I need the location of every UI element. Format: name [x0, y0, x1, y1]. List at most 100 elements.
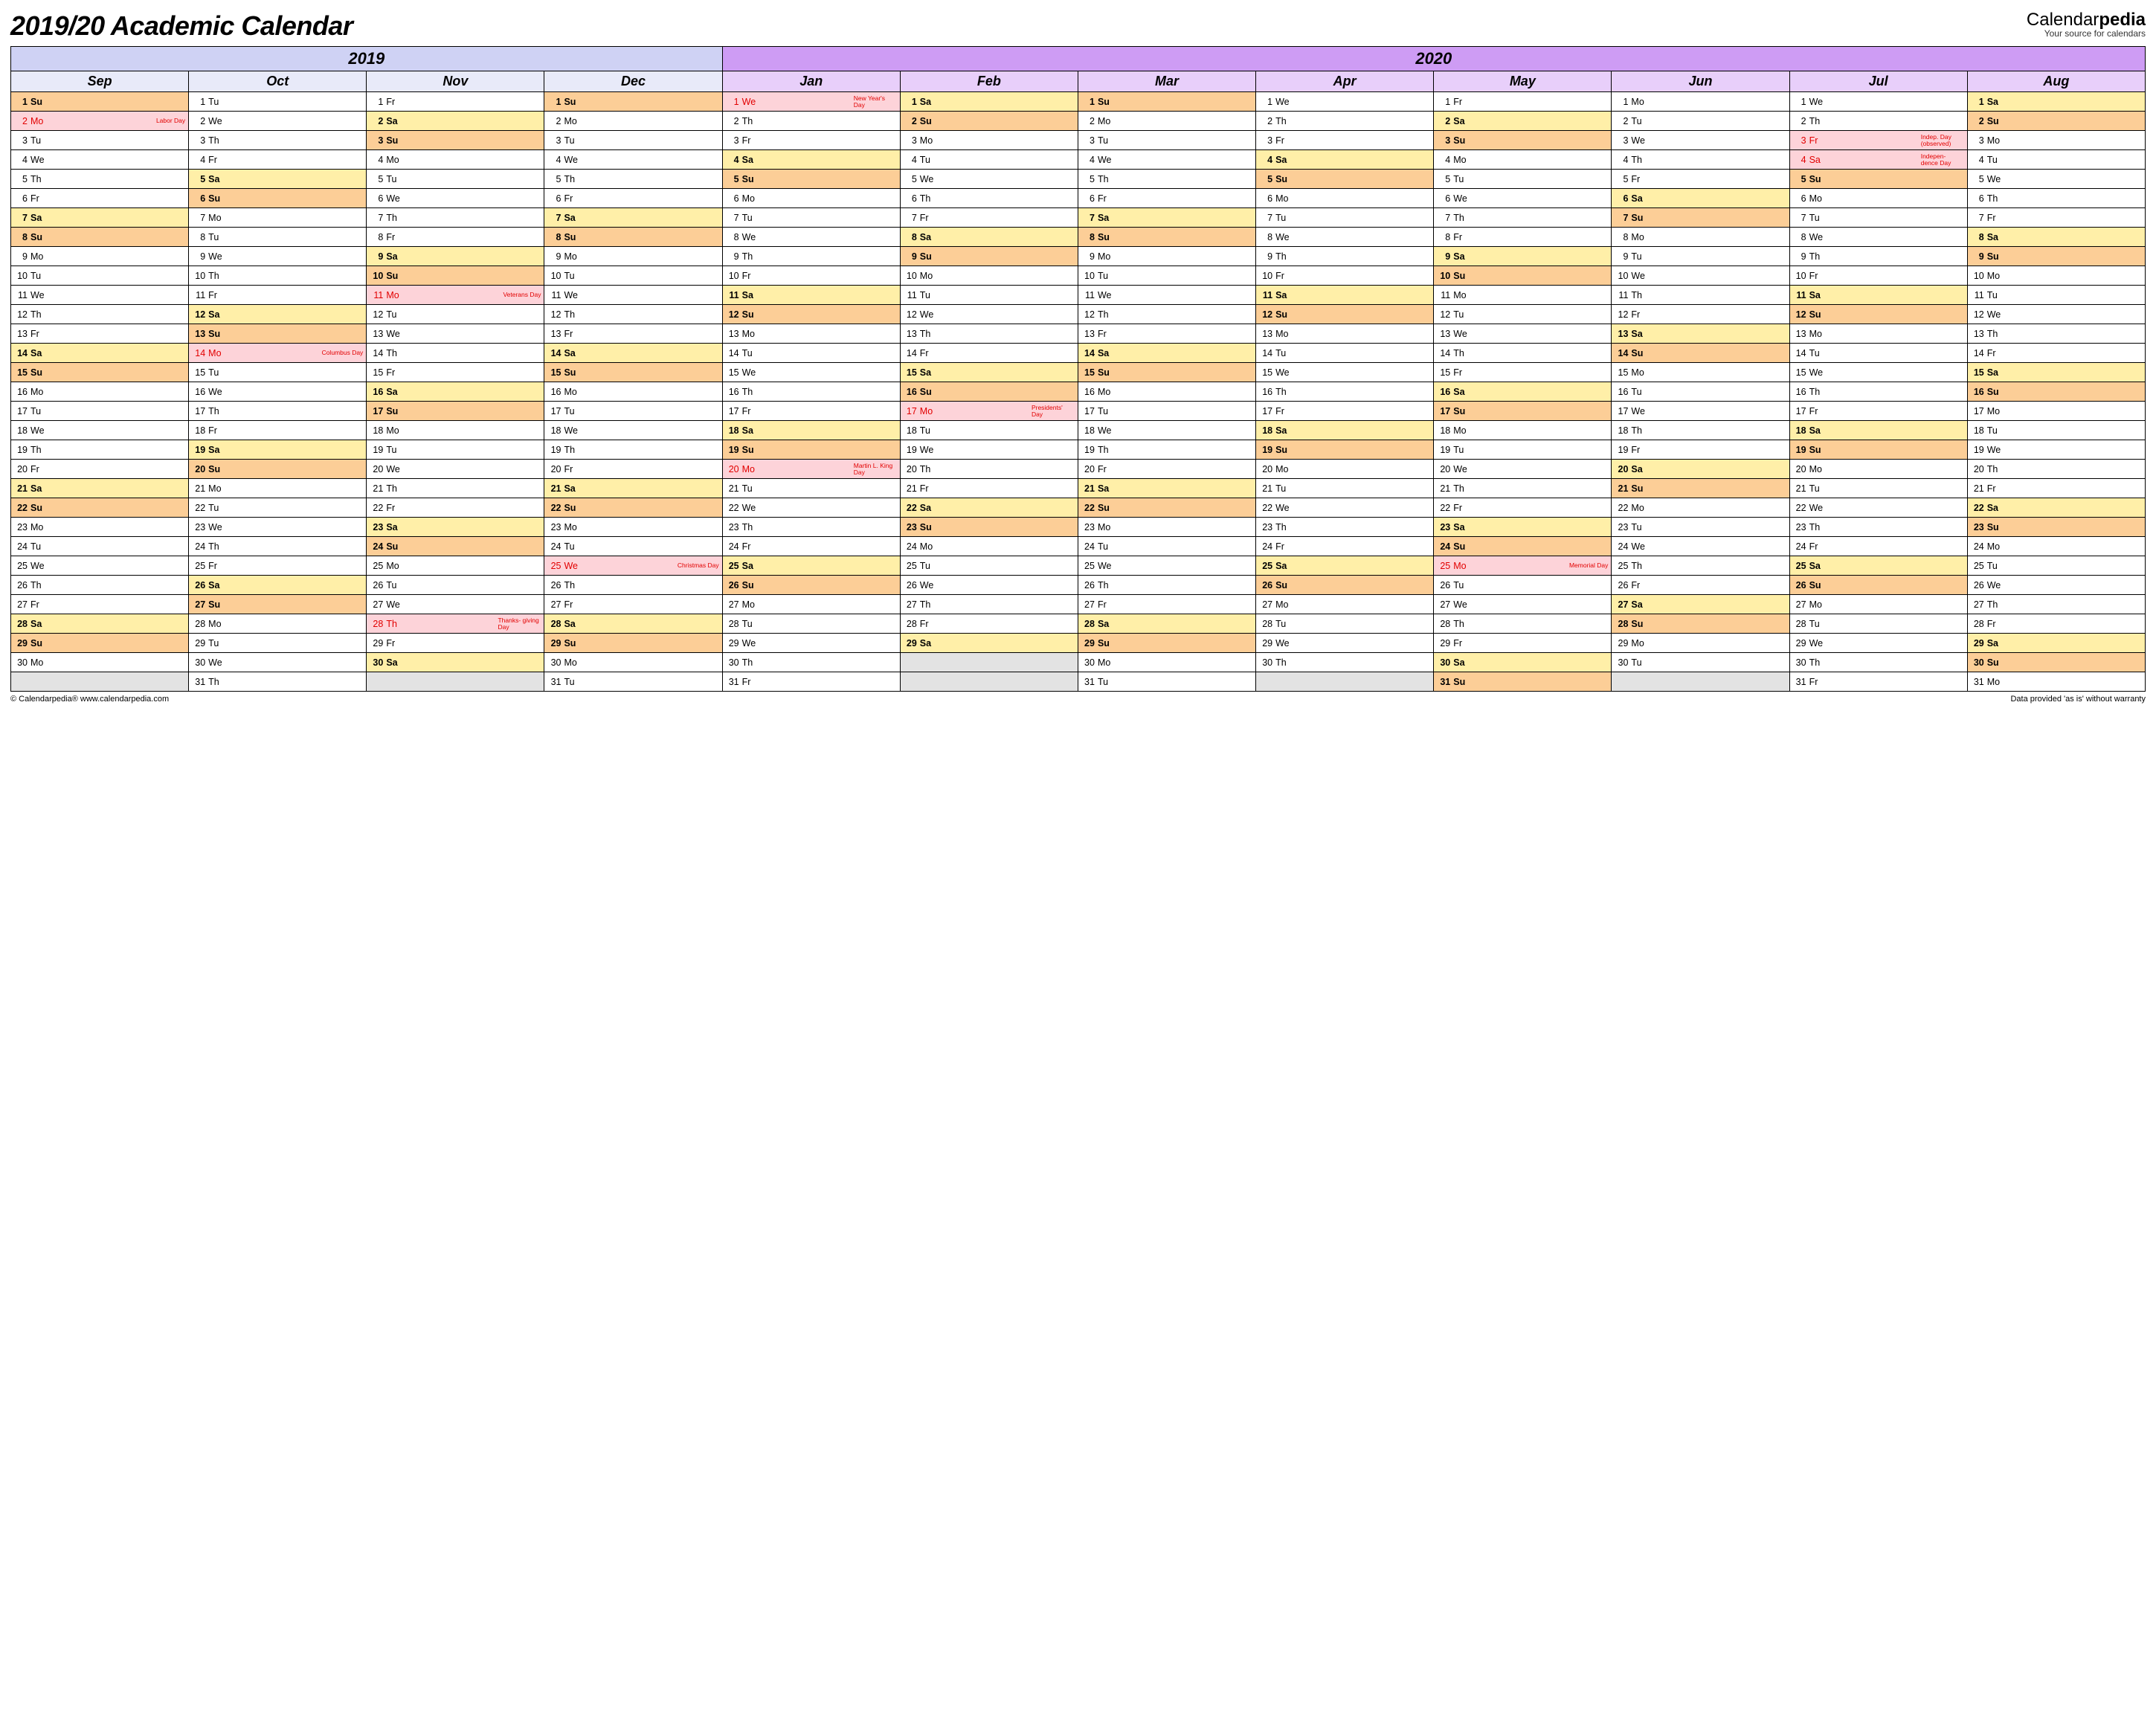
day-weekday: We: [208, 657, 222, 668]
day-cell: 4Tu: [900, 150, 1078, 170]
day-number: 20: [370, 464, 383, 474]
day-cell: 26Th: [11, 576, 189, 595]
day-number: 5: [1081, 174, 1095, 184]
day-number: 6: [1259, 193, 1272, 204]
day-weekday: Mo: [208, 348, 221, 358]
day-cell: 11MoVeterans Day: [367, 286, 544, 305]
day-cell: 24Su: [1434, 537, 1612, 556]
day-cell: 6We: [1434, 189, 1612, 208]
day-cell: 20Fr: [544, 460, 722, 479]
day-number: 3: [14, 135, 28, 146]
day-weekday: Su: [30, 232, 42, 242]
day-cell: 7Sa: [1078, 208, 1255, 228]
day-cell: 17Tu: [1078, 402, 1255, 421]
day-number: 13: [1259, 329, 1272, 339]
day-number: 6: [1081, 193, 1095, 204]
day-cell: 8We: [722, 228, 900, 247]
day-weekday: Tu: [1809, 619, 1820, 629]
day-weekday: Th: [386, 619, 397, 629]
day-cell: 20We: [1434, 460, 1612, 479]
day-cell: 17Th: [189, 402, 367, 421]
day-number: 8: [192, 232, 205, 242]
day-number: 9: [1437, 251, 1450, 262]
day-number: 11: [726, 290, 739, 300]
day-number: 4: [726, 155, 739, 165]
day-weekday: Mo: [564, 251, 576, 262]
day-number: 9: [370, 251, 383, 262]
day-weekday: Sa: [386, 116, 397, 126]
day-number: 20: [726, 464, 739, 474]
day-number: 7: [1615, 213, 1628, 223]
day-number: 15: [1793, 367, 1806, 378]
day-cell: 15Tu: [189, 363, 367, 382]
day-weekday: Th: [920, 599, 931, 610]
day-weekday: Tu: [1631, 116, 1641, 126]
day-cell: 18We: [11, 421, 189, 440]
day-weekday: Su: [920, 387, 932, 397]
day-cell: 11Fr: [189, 286, 367, 305]
day-weekday: We: [564, 425, 578, 436]
day-weekday: Mo: [564, 387, 576, 397]
day-number: 26: [547, 580, 561, 590]
day-number: 2: [1793, 116, 1806, 126]
day-weekday: Mo: [208, 483, 221, 494]
day-weekday: Su: [1809, 174, 1821, 184]
day-weekday: Sa: [1809, 425, 1821, 436]
day-weekday: Mo: [564, 522, 576, 532]
day-cell: 28Sa: [11, 614, 189, 634]
day-weekday: Tu: [1987, 561, 1998, 571]
day-number: 26: [904, 580, 917, 590]
day-cell: 24Th: [189, 537, 367, 556]
day-cell: 6Fr: [544, 189, 722, 208]
day-number: 25: [726, 561, 739, 571]
day-weekday: Su: [742, 174, 754, 184]
day-number: 1: [1793, 97, 1806, 107]
month-header: Oct: [189, 71, 367, 92]
day-number: 24: [1081, 541, 1095, 552]
day-weekday: Su: [1098, 232, 1110, 242]
day-cell: 20Th: [1967, 460, 2145, 479]
day-cell: 22We: [1256, 498, 1434, 518]
day-weekday: Sa: [1098, 619, 1109, 629]
day-number: 17: [726, 406, 739, 416]
day-cell: 21Th: [367, 479, 544, 498]
day-cell: 14Th: [1434, 344, 1612, 363]
day-cell: 1WeNew Year's Day: [722, 92, 900, 112]
day-cell: 20Fr: [1078, 460, 1255, 479]
day-number: 6: [904, 193, 917, 204]
day-weekday: Fr: [208, 155, 217, 165]
day-cell: 14Su: [1612, 344, 1789, 363]
day-number: 21: [1793, 483, 1806, 494]
day-number: 28: [1793, 619, 1806, 629]
day-number: 3: [370, 135, 383, 146]
holiday-label: Veterans Day: [503, 292, 541, 297]
day-cell: 29Sa: [1967, 634, 2145, 653]
day-weekday: Tu: [742, 213, 753, 223]
day-number: 23: [192, 522, 205, 532]
day-number: 19: [1437, 445, 1450, 455]
day-weekday: We: [564, 155, 578, 165]
day-cell: 6Mo: [1256, 189, 1434, 208]
day-weekday: We: [1453, 193, 1467, 204]
day-weekday: Sa: [1098, 483, 1109, 494]
day-weekday: Su: [920, 522, 932, 532]
day-weekday: Sa: [1631, 599, 1642, 610]
day-number: 20: [14, 464, 28, 474]
day-weekday: Th: [1809, 522, 1821, 532]
day-number: 6: [726, 193, 739, 204]
day-number: 12: [1793, 309, 1806, 320]
day-cell: 18Sa: [1789, 421, 1967, 440]
day-cell: 9Su: [1967, 247, 2145, 266]
day-cell: 20Su: [189, 460, 367, 479]
day-cell: 17Fr: [1789, 402, 1967, 421]
day-weekday: Su: [1453, 135, 1465, 146]
day-cell: 28ThThanks- giving Day: [367, 614, 544, 634]
day-cell: 15Fr: [367, 363, 544, 382]
day-number: 25: [1081, 561, 1095, 571]
day-number: 18: [1081, 425, 1095, 436]
day-weekday: Tu: [1453, 174, 1464, 184]
day-weekday: Th: [1809, 387, 1821, 397]
day-weekday: Th: [208, 135, 219, 146]
day-number: 16: [904, 387, 917, 397]
day-number: 21: [726, 483, 739, 494]
